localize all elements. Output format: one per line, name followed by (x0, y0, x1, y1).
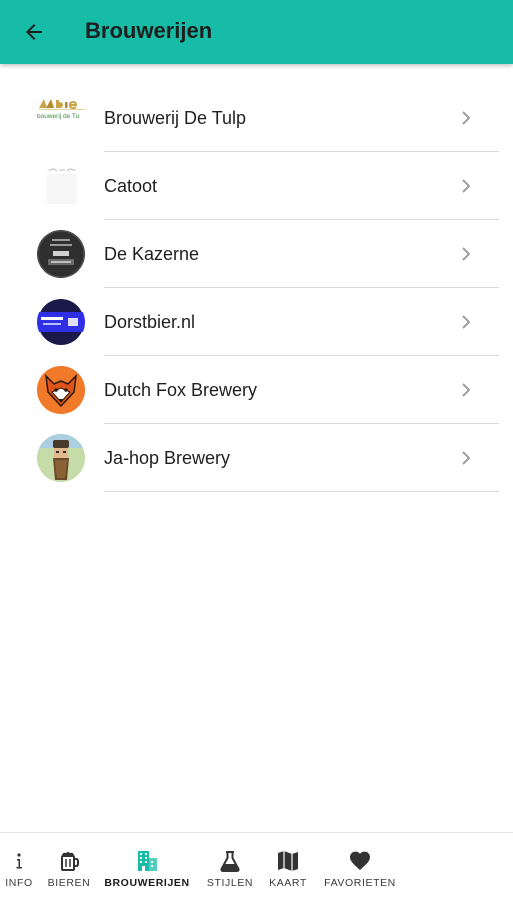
brewery-name: Ja-hop Brewery (104, 448, 231, 468)
chevron-right-icon (462, 383, 471, 397)
brewery-logo (37, 366, 85, 414)
nav-favorieten[interactable]: FAVORIETEN (318, 833, 402, 901)
brewery-row-dorstbier[interactable]: Dorstbier.nl (0, 288, 513, 356)
brewery-row-ja-hop[interactable]: Ja-hop Brewery (0, 424, 513, 492)
heart-icon (350, 851, 370, 870)
beer-mug-icon (61, 852, 79, 871)
chevron-right-icon (462, 451, 471, 465)
nav-label: KAART (269, 877, 307, 889)
app-bar: Brouwerijen (0, 0, 513, 64)
chevron-right-icon (462, 315, 471, 329)
nav-label: BROUWERIJEN (104, 877, 190, 889)
brewery-row-catoot[interactable]: Catoot (0, 152, 513, 220)
nav-stijlen[interactable]: STIJLEN (202, 833, 258, 901)
brewery-name: Brouwerij De Tulp (104, 108, 247, 128)
catoot-logo-icon (47, 168, 77, 204)
brewery-row-dutch-fox[interactable]: Dutch Fox Brewery (0, 356, 513, 424)
nav-brouwerijen[interactable]: BROUWERIJEN (103, 833, 191, 901)
brewery-name: Dutch Fox Brewery (104, 380, 258, 400)
dorstbier-logo-icon (37, 299, 85, 345)
chevron-right-icon (462, 247, 471, 261)
nav-bieren[interactable]: BIEREN (43, 833, 95, 901)
info-icon (16, 853, 22, 869)
nav-label: STIJLEN (206, 877, 254, 889)
nav-label: BIEREN (47, 877, 91, 889)
brewery-logo (37, 230, 85, 278)
fox-logo-icon (37, 366, 85, 414)
brewery-row-de-tulp[interactable]: bouwerij de Tu Brouwerij De Tulp (0, 84, 513, 152)
brewery-logo (37, 298, 85, 346)
nav-label: FAVORIETEN (324, 877, 396, 889)
building-icon (138, 851, 157, 871)
map-icon (278, 851, 298, 871)
brewery-logo (37, 434, 85, 482)
divider (104, 491, 499, 492)
nav-info[interactable]: INFO (0, 833, 38, 901)
chevron-right-icon (462, 179, 471, 193)
arrow-left-icon (26, 24, 42, 40)
brewery-logo (37, 162, 85, 210)
flask-icon (220, 851, 240, 872)
logo-caption: bouwerij de Tu (37, 113, 80, 120)
back-button[interactable] (14, 12, 54, 52)
ja-hop-logo-icon (37, 434, 85, 482)
brewery-name: De Kazerne (104, 244, 200, 264)
brewery-list: bouwerij de Tu Brouwerij De Tulp Catoot (0, 84, 513, 492)
de-kazerne-logo-icon (37, 230, 85, 278)
nav-kaart[interactable]: KAART (264, 833, 312, 901)
chevron-right-icon (462, 111, 471, 125)
brewery-logo: bouwerij de Tu (37, 94, 85, 142)
brewery-name: Dorstbier.nl (104, 312, 196, 332)
page-title: Brouwerijen (85, 18, 213, 43)
nav-label: INFO (5, 877, 33, 889)
bottom-navigation: INFO BIEREN BROUWERIJEN STIJLEN KAART FA… (0, 832, 513, 901)
brewery-row-de-kazerne[interactable]: De Kazerne (0, 220, 513, 288)
brewery-name: Catoot (104, 176, 158, 196)
